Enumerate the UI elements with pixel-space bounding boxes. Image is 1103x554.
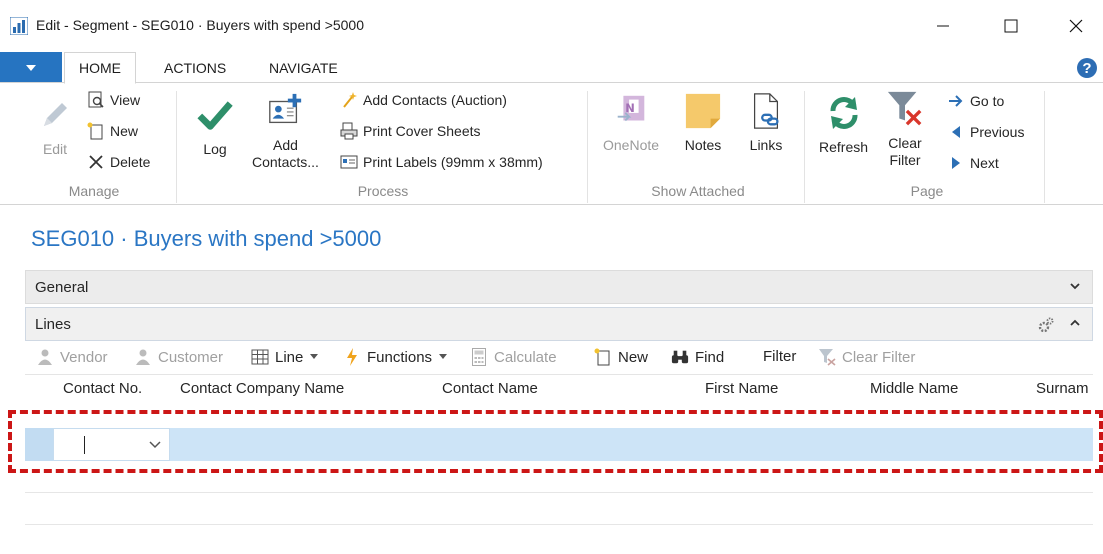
new-document-icon — [86, 121, 106, 141]
ribbon-tab-bar: HOME ACTIONS NAVIGATE ? — [0, 52, 1103, 84]
go-to-button[interactable]: Go to — [946, 90, 1004, 112]
column-header-contact-no[interactable]: Contact No. — [63, 380, 142, 397]
column-header-first-name[interactable]: First Name — [705, 380, 778, 397]
clear-filter-line-button[interactable]: Clear Filter — [818, 348, 915, 366]
label-icon — [339, 152, 359, 172]
print-cover-sheets-button[interactable]: Print Cover Sheets — [339, 120, 481, 142]
column-header-contact-name[interactable]: Contact Name — [442, 380, 538, 397]
find-button[interactable]: Find — [671, 348, 724, 366]
refresh-button[interactable]: Refresh — [819, 93, 868, 156]
view-button[interactable]: View — [86, 89, 140, 111]
svg-text:N: N — [625, 101, 635, 115]
triangle-left-icon — [946, 122, 966, 142]
grid-icon — [251, 348, 269, 366]
maximize-button[interactable] — [988, 8, 1034, 44]
person-icon — [134, 348, 152, 366]
previous-button[interactable]: Previous — [946, 121, 1024, 143]
group-label-show-attached: Show Attached — [651, 183, 745, 199]
close-button[interactable] — [1053, 8, 1099, 44]
chevron-down-icon[interactable] — [149, 441, 161, 449]
minimize-button[interactable] — [920, 8, 966, 44]
links-button[interactable]: Links — [747, 91, 785, 154]
maximize-icon — [1004, 19, 1018, 33]
next-button[interactable]: Next — [946, 152, 999, 174]
notes-button[interactable]: Notes — [684, 91, 722, 154]
print-cover-icon — [339, 121, 359, 141]
help-icon[interactable]: ? — [1077, 58, 1097, 78]
delete-icon — [86, 152, 106, 172]
group-label-process: Process — [357, 183, 409, 199]
text-caret — [84, 436, 85, 454]
contact-no-input[interactable] — [53, 428, 170, 461]
ribbon: Edit View New Delete Manage Log Add Cont… — [0, 83, 1103, 205]
new-line-button[interactable]: New — [594, 348, 648, 366]
chevron-down-icon — [310, 354, 319, 359]
tab-home[interactable]: HOME — [64, 52, 136, 84]
delete-button[interactable]: Delete — [86, 151, 150, 173]
group-label-manage: Manage — [68, 183, 120, 199]
checkmark-icon — [196, 95, 234, 135]
functions-menu-button[interactable]: Functions — [343, 348, 448, 366]
clear-filter-button[interactable]: Clear Filter — [886, 89, 924, 169]
group-separator — [804, 91, 805, 203]
table-row[interactable] — [25, 428, 1093, 461]
tab-navigate[interactable]: NAVIGATE — [255, 52, 352, 83]
filter-button[interactable]: Filter — [763, 348, 796, 365]
column-header-surname[interactable]: Surnam — [1036, 380, 1089, 397]
column-header-middle-name[interactable]: Middle Name — [870, 380, 958, 397]
print-labels-button[interactable]: Print Labels (99mm x 38mm) — [339, 151, 543, 173]
binoculars-icon — [671, 348, 689, 366]
vendor-button[interactable]: Vendor — [36, 348, 108, 366]
tab-actions[interactable]: ACTIONS — [150, 52, 240, 83]
clear-filter-icon — [886, 89, 924, 129]
magic-wand-icon — [339, 90, 359, 110]
app-logo-icon — [10, 17, 28, 35]
chevron-up-icon[interactable] — [1068, 316, 1082, 330]
fasttab-general[interactable]: General — [25, 270, 1093, 304]
pencil-icon — [36, 95, 74, 135]
group-separator — [1044, 91, 1045, 203]
column-header-contact-company-name[interactable]: Contact Company Name — [180, 380, 344, 397]
new-button[interactable]: New — [86, 120, 138, 142]
onenote-icon: N — [612, 91, 650, 131]
close-icon — [1069, 19, 1083, 33]
fasttab-lines[interactable]: Lines — [25, 307, 1093, 341]
calculator-icon — [470, 348, 488, 366]
calculate-button[interactable]: Calculate — [470, 348, 557, 366]
chevron-down-icon — [26, 64, 36, 71]
log-button[interactable]: Log — [196, 95, 234, 158]
arrow-right-icon — [946, 91, 966, 111]
view-icon — [86, 90, 106, 110]
minimize-icon — [937, 25, 949, 27]
group-label-page: Page — [910, 183, 944, 199]
group-separator — [176, 91, 177, 203]
lines-toolbar: Vendor Customer Line Functions Calculate… — [25, 341, 1093, 375]
window-title: Edit - Segment - SEG010 · Buyers with sp… — [36, 17, 365, 33]
chevron-down-icon — [439, 354, 448, 359]
app-menu-button[interactable] — [0, 52, 62, 83]
title-bar: Edit - Segment - SEG010 · Buyers with sp… — [0, 0, 1103, 52]
add-contacts-button[interactable]: Add Contacts... — [252, 91, 319, 171]
chevron-down-icon — [1070, 283, 1080, 290]
lightning-icon — [343, 348, 361, 366]
notes-icon — [684, 91, 722, 131]
row-selector[interactable] — [25, 428, 53, 461]
refresh-icon — [825, 93, 863, 133]
settings-gear-icon[interactable] — [1036, 315, 1056, 335]
link-icon — [747, 91, 785, 131]
customer-button[interactable]: Customer — [134, 348, 223, 366]
clear-filter-icon — [818, 348, 836, 366]
line-menu-button[interactable]: Line — [251, 348, 319, 366]
new-document-icon — [594, 348, 612, 366]
row-divider — [25, 524, 1093, 525]
add-contacts-auction-button[interactable]: Add Contacts (Auction) — [339, 89, 507, 111]
triangle-right-icon — [946, 153, 966, 173]
row-divider — [25, 492, 1093, 493]
page-title: SEG010 · Buyers with spend >5000 — [31, 226, 382, 251]
edit-button[interactable]: Edit — [36, 95, 74, 158]
person-icon — [36, 348, 54, 366]
onenote-button[interactable]: N OneNote — [603, 91, 659, 154]
add-contact-icon — [266, 91, 304, 131]
group-separator — [587, 91, 588, 203]
